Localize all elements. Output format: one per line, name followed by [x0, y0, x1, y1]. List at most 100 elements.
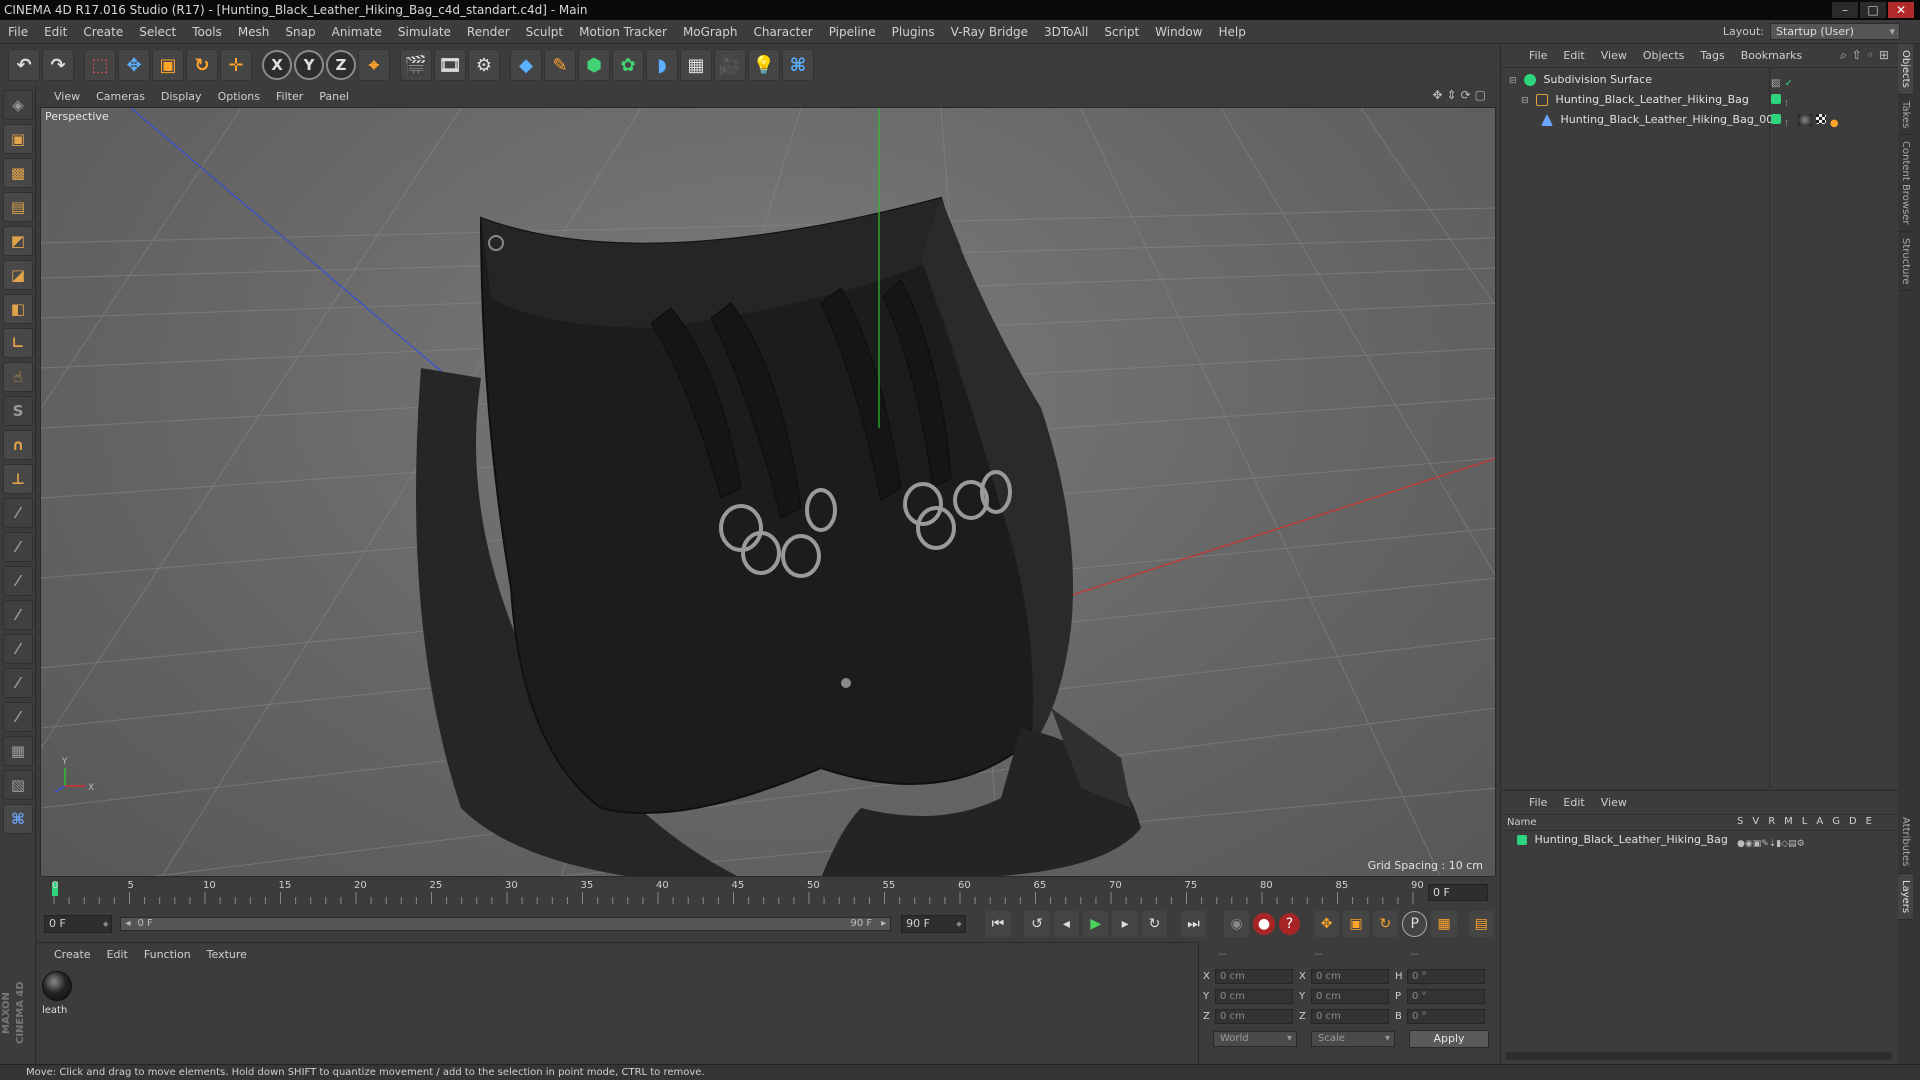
record-active-icon[interactable]: ● — [1253, 913, 1275, 935]
sculpt-brush-4-icon[interactable]: ⁄ — [3, 600, 33, 630]
end-frame-field[interactable]: 90 F — [901, 915, 966, 933]
menu-sculpt[interactable]: Sculpt — [518, 20, 571, 44]
z-axis-lock-button[interactable]: Z — [326, 50, 356, 80]
viewport-menu-filter[interactable]: Filter — [268, 90, 311, 103]
material-swatch[interactable] — [42, 971, 72, 1001]
menu-3dtoall[interactable]: 3DToAll — [1036, 20, 1096, 44]
render-picture-viewer-icon[interactable]: 🎞 — [434, 49, 466, 81]
rotation-h-field[interactable]: 0 ° — [1407, 968, 1485, 984]
layer-flag-icons[interactable]: ●◉▣✎⇣▮◇▤⚙ — [1737, 835, 1805, 853]
menu-help[interactable]: Help — [1210, 20, 1253, 44]
sculpt-brush-5-icon[interactable]: ⁄ — [3, 634, 33, 664]
menu-file[interactable]: File — [0, 20, 36, 44]
menu-render[interactable]: Render — [459, 20, 518, 44]
object-menu-objects[interactable]: Objects — [1635, 49, 1693, 62]
menu-plugins[interactable]: Plugins — [884, 20, 943, 44]
viewport-menu-display[interactable]: Display — [153, 90, 210, 103]
rotation-p-field[interactable]: 0 ° — [1407, 988, 1485, 1004]
edges-mode-icon[interactable]: ◪ — [3, 260, 33, 290]
layout-dropdown[interactable]: Startup (User) — [1770, 23, 1900, 40]
side-tab-objects[interactable]: Objects — [1898, 44, 1913, 95]
go-to-end-icon[interactable]: ⏭ — [1180, 911, 1207, 937]
timeline-ruler[interactable]: 0 5 10 15 20 25 30 35 40 45 50 55 60 65 … — [40, 880, 1496, 906]
frame-range-slider[interactable]: ◂ 0 F 90 F ▸ — [120, 917, 892, 931]
python-icon[interactable]: ⌘ — [782, 49, 814, 81]
side-tab-takes[interactable]: Takes — [1898, 95, 1913, 136]
spline-pen-icon[interactable]: ✎ — [544, 49, 576, 81]
layer-col-view[interactable]: V — [1752, 816, 1759, 827]
layer-col-generators[interactable]: G — [1832, 816, 1840, 827]
workplane-axis-icon[interactable]: ⊥ — [3, 464, 33, 494]
loop-icon[interactable]: ↺ — [1024, 911, 1050, 937]
menu-script[interactable]: Script — [1096, 20, 1147, 44]
position-z-field[interactable]: 0 cm — [1215, 1008, 1293, 1024]
menu-tools[interactable]: Tools — [184, 20, 230, 44]
hiking-bag-model[interactable] — [416, 196, 1141, 877]
menu-vray-bridge[interactable]: V-Ray Bridge — [943, 20, 1036, 44]
material-menu-texture[interactable]: Texture — [199, 948, 255, 961]
rotate-icon[interactable]: ↻ — [186, 49, 218, 81]
uvw-tag-icon[interactable] — [1815, 114, 1826, 124]
menu-mograph[interactable]: MoGraph — [675, 20, 746, 44]
menu-mesh[interactable]: Mesh — [230, 20, 278, 44]
key-parameter-icon[interactable]: P — [1402, 911, 1428, 937]
side-tab-structure[interactable]: Structure — [1898, 232, 1913, 292]
position-y-field[interactable]: 0 cm — [1215, 988, 1293, 1004]
material-menu-create[interactable]: Create — [46, 948, 99, 961]
scale-icon[interactable]: ▣ — [152, 49, 184, 81]
move-icon[interactable]: ✥ — [118, 49, 150, 81]
layer-col-expressions[interactable]: E — [1866, 816, 1872, 827]
timeline-window-icon[interactable]: ▤ — [1468, 911, 1494, 937]
side-tab-attributes[interactable]: Attributes — [1898, 811, 1913, 874]
layer-menu-file[interactable]: File — [1521, 796, 1555, 809]
current-frame-field[interactable]: 0 F — [1428, 884, 1488, 901]
collapse-icon[interactable]: ⊟ — [1509, 76, 1517, 86]
visibility-dots-icon[interactable]: ⁝ — [1785, 114, 1788, 134]
live-selection-icon[interactable]: ⬚ — [84, 49, 116, 81]
repeat-icon[interactable]: ↻ — [1141, 911, 1168, 937]
key-position-icon[interactable]: ✥ — [1313, 911, 1340, 937]
size-mode-dropdown[interactable]: Scale — [1311, 1031, 1395, 1047]
camera-icon[interactable]: 🎥 — [714, 49, 746, 81]
perspective-viewport[interactable]: Y X Perspective Grid Spacing : 10 cm — [40, 107, 1496, 877]
object-row[interactable]: ⊟ Subdivision Surface ▨ ✓ — [1501, 70, 1899, 90]
layer-col-locked[interactable]: L — [1802, 816, 1808, 827]
redo-icon[interactable]: ↷ — [42, 49, 74, 81]
key-scale-icon[interactable]: ▣ — [1343, 911, 1369, 937]
go-to-start-icon[interactable]: ⏮ — [985, 911, 1011, 937]
menu-edit[interactable]: Edit — [36, 20, 75, 44]
layer-col-solo[interactable]: S — [1737, 816, 1743, 827]
record-keys-disabled-icon[interactable]: ◉ — [1223, 911, 1250, 937]
layer-col-manager[interactable]: M — [1784, 816, 1793, 827]
range-right-arrow-icon[interactable]: ▸ — [881, 918, 886, 930]
grid-lock-icon[interactable]: ▦ — [3, 736, 33, 766]
size-y-field[interactable]: 0 cm — [1311, 988, 1389, 1004]
layer-color-icon[interactable] — [1771, 114, 1781, 124]
object-manager-tool-icons[interactable]: ⌕⇧◦⊞ — [1840, 48, 1894, 63]
y-axis-lock-button[interactable]: Y — [294, 50, 324, 80]
key-pla-icon[interactable]: ▦ — [1431, 911, 1457, 937]
layer-col-animation[interactable]: A — [1816, 816, 1823, 827]
menu-snap[interactable]: Snap — [277, 20, 323, 44]
sculpt-brush-1-icon[interactable]: ⁄ — [3, 498, 33, 528]
render-settings-icon[interactable]: ⚙ — [468, 49, 500, 81]
workplane-icon[interactable]: ▤ — [3, 192, 33, 222]
render-view-icon[interactable]: 🎬 — [400, 49, 432, 81]
points-mode-icon[interactable]: ◩ — [3, 226, 33, 256]
object-menu-view[interactable]: View — [1593, 49, 1635, 62]
minimize-icon[interactable]: – — [1832, 2, 1858, 18]
menu-character[interactable]: Character — [745, 20, 820, 44]
sculpt-brush-2-icon[interactable]: ⁄ — [3, 532, 33, 562]
start-frame-field[interactable]: 0 F — [44, 915, 113, 933]
sculpt-brush-6-icon[interactable]: ⁄ — [3, 668, 33, 698]
side-tab-layers[interactable]: Layers — [1898, 873, 1913, 920]
sculpt-brush-7-icon[interactable]: ⁄ — [3, 702, 33, 732]
menu-select[interactable]: Select — [131, 20, 184, 44]
model-mode-icon[interactable]: ▣ — [3, 124, 33, 154]
light-icon[interactable]: 💡 — [748, 49, 780, 81]
material-menu-edit[interactable]: Edit — [99, 948, 136, 961]
autokey-icon[interactable]: ? — [1278, 913, 1301, 935]
layer-color-icon[interactable] — [1517, 835, 1527, 845]
magnet-icon[interactable]: ∩ — [3, 430, 33, 460]
floor-icon[interactable]: ▦ — [680, 49, 712, 81]
